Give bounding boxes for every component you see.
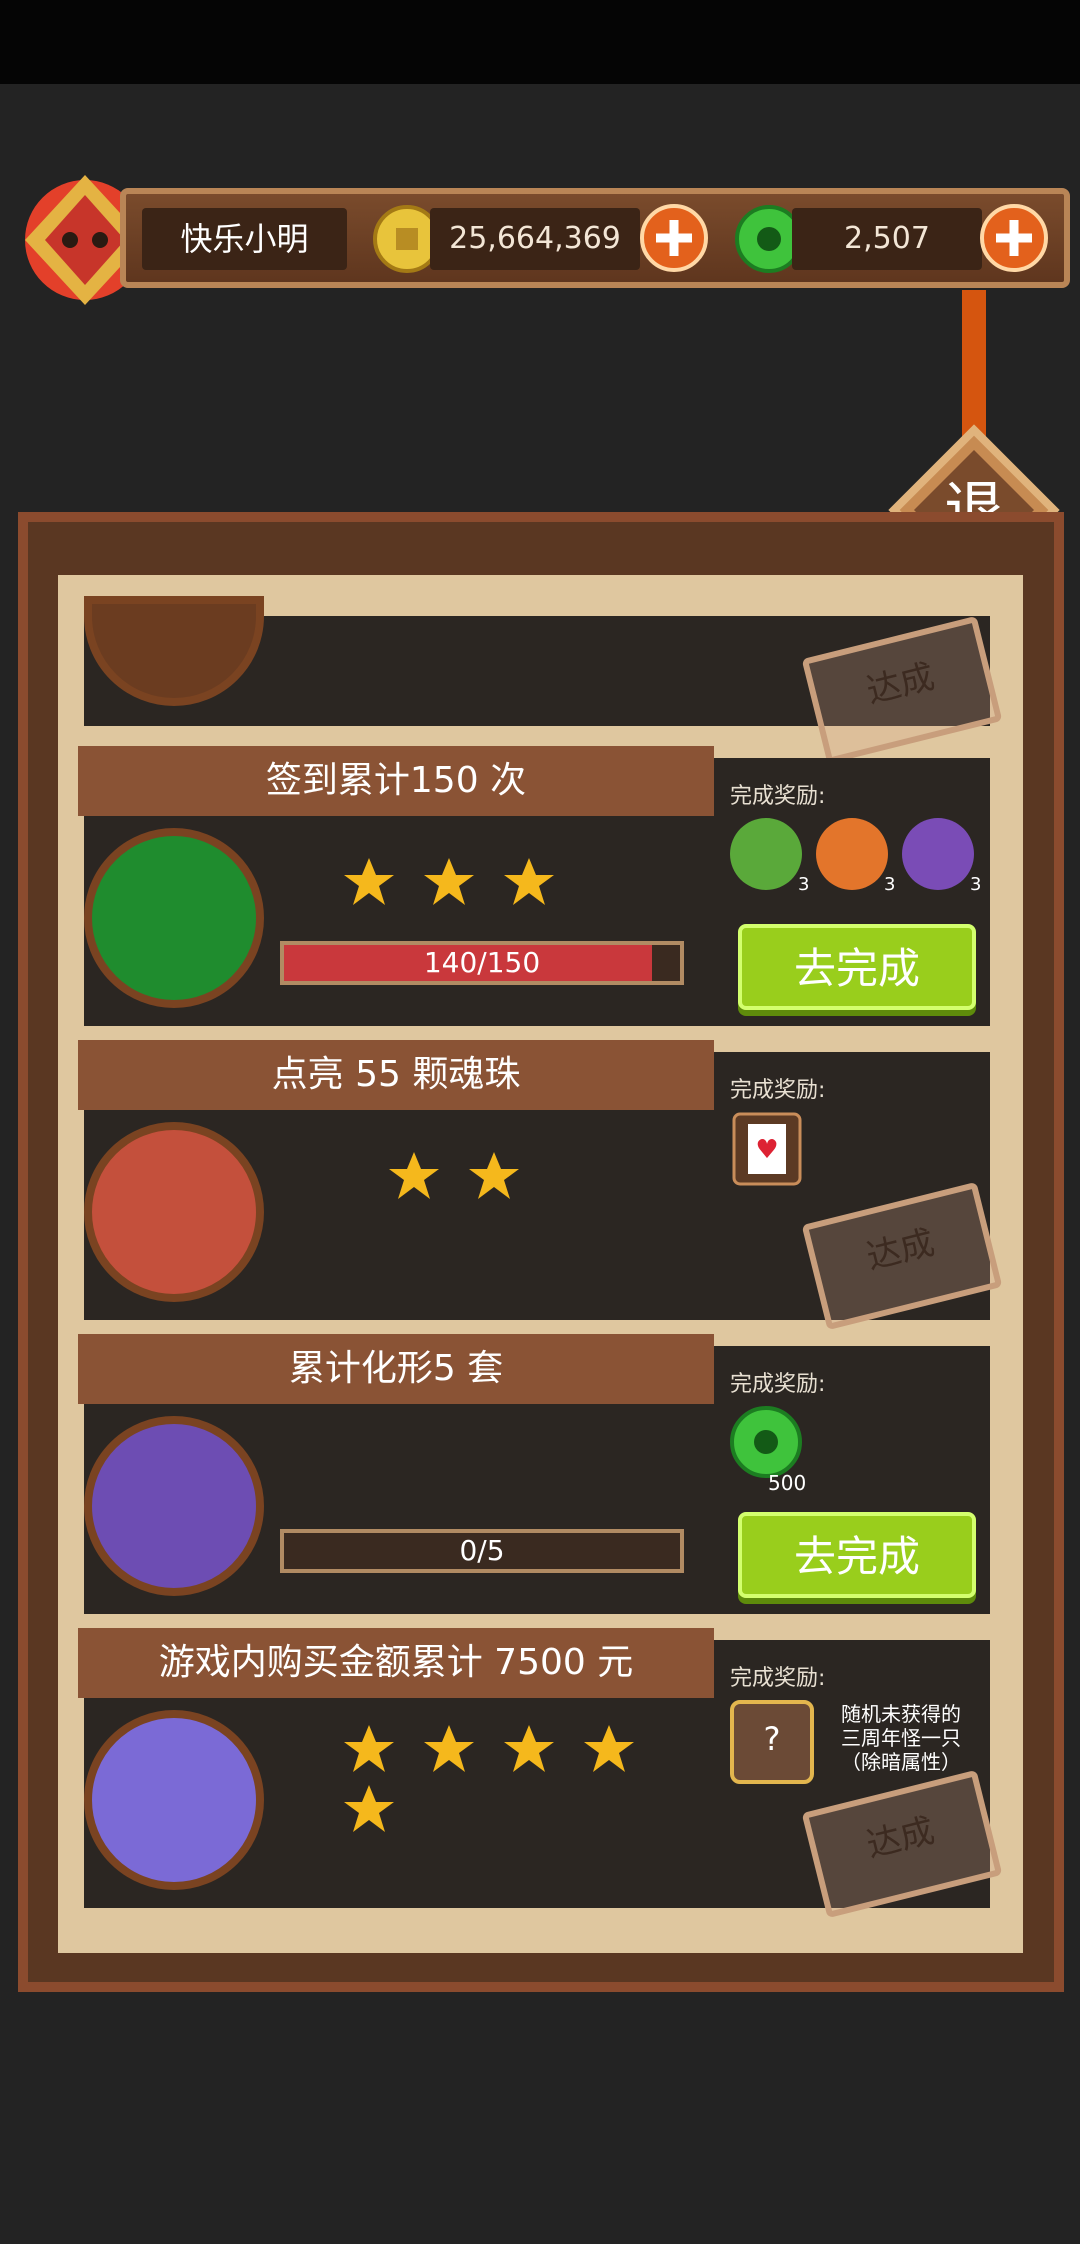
reward-label: 完成奖励:	[730, 1666, 826, 1691]
progress-text: 140/150	[423, 946, 541, 979]
reward-items: ♥	[728, 1110, 808, 1194]
reward-count: 3	[970, 874, 981, 894]
task-icon-gold-bag	[84, 596, 264, 706]
progress-text: 0/5	[459, 1534, 505, 1567]
task-progress-bar: 140/150	[280, 941, 684, 985]
task-icon-crystal-shell	[84, 1710, 264, 1890]
status-bar	[0, 0, 1080, 84]
reward-label: 完成奖励:	[730, 784, 826, 809]
reward-count: 3	[798, 874, 809, 894]
star-icon	[469, 1152, 519, 1199]
reward-items: 500	[728, 1404, 828, 1498]
reward-description: 随机未获得的 三周年怪一只 （除暗属性）	[841, 1702, 961, 1774]
star-icon	[424, 1725, 474, 1772]
star-icon	[389, 1152, 439, 1199]
task-icon-soul-orbs	[84, 1122, 264, 1302]
task-title: 签到累计150 次	[78, 746, 714, 816]
task-icon-wizard-hat	[84, 1416, 264, 1596]
reward-items: 3 3 3	[728, 816, 998, 898]
svg-text:?: ?	[764, 1720, 781, 1758]
star-icon	[344, 858, 394, 905]
task-stars	[339, 1720, 689, 1844]
reward-count: 500	[768, 1471, 806, 1494]
task-progress-bar: 0/5	[280, 1529, 684, 1573]
add-jade-button[interactable]	[980, 204, 1048, 272]
task-stars	[339, 853, 689, 917]
reward-count: 3	[884, 874, 895, 894]
task-card-3: 累计化形5 套 完成奖励: 500 0/5 去完成	[78, 1334, 990, 1614]
player-name: 快乐小明	[142, 208, 347, 270]
task-card-2: 点亮 55 颗魂珠 完成奖励: ♥ 达成	[78, 1040, 1003, 1331]
jade-amount: 2,507	[792, 208, 982, 270]
star-icon	[344, 1725, 394, 1772]
star-icon	[424, 858, 474, 905]
go-complete-button[interactable]: 去完成	[738, 1512, 976, 1598]
reward-green-item-icon	[730, 818, 802, 890]
reward-label: 完成奖励:	[730, 1372, 826, 1397]
reward-label: 完成奖励:	[730, 1078, 826, 1103]
go-complete-button[interactable]: 去完成	[738, 924, 976, 1010]
gold-amount: 25,664,369	[430, 208, 640, 270]
star-icon	[504, 858, 554, 905]
star-icon	[504, 1725, 554, 1772]
star-icon	[584, 1725, 634, 1772]
svg-text:♥: ♥	[755, 1135, 778, 1165]
task-card-4: 游戏内购买金额累计 7500 元 完成奖励: ? 随机未获得的 三周年怪一只 （…	[78, 1628, 1003, 1919]
task-card-1: 签到累计150 次 完成奖励: 3 3 3 140/150 去完成	[78, 746, 990, 1026]
task-title: 累计化形5 套	[78, 1334, 714, 1404]
star-icon	[344, 1785, 394, 1832]
task-title: 游戏内购买金额累计 7500 元	[78, 1628, 714, 1698]
reward-orange-item-icon	[816, 818, 888, 890]
task-icon-green-shrine	[84, 828, 264, 1008]
achieved-stamp: 达成	[801, 1181, 1003, 1331]
add-gold-button[interactable]	[640, 204, 708, 272]
task-title: 点亮 55 颗魂珠	[78, 1040, 714, 1110]
task-card-0: 达成	[84, 596, 1003, 765]
reward-purple-item-icon	[902, 818, 974, 890]
task-stars	[384, 1147, 734, 1211]
